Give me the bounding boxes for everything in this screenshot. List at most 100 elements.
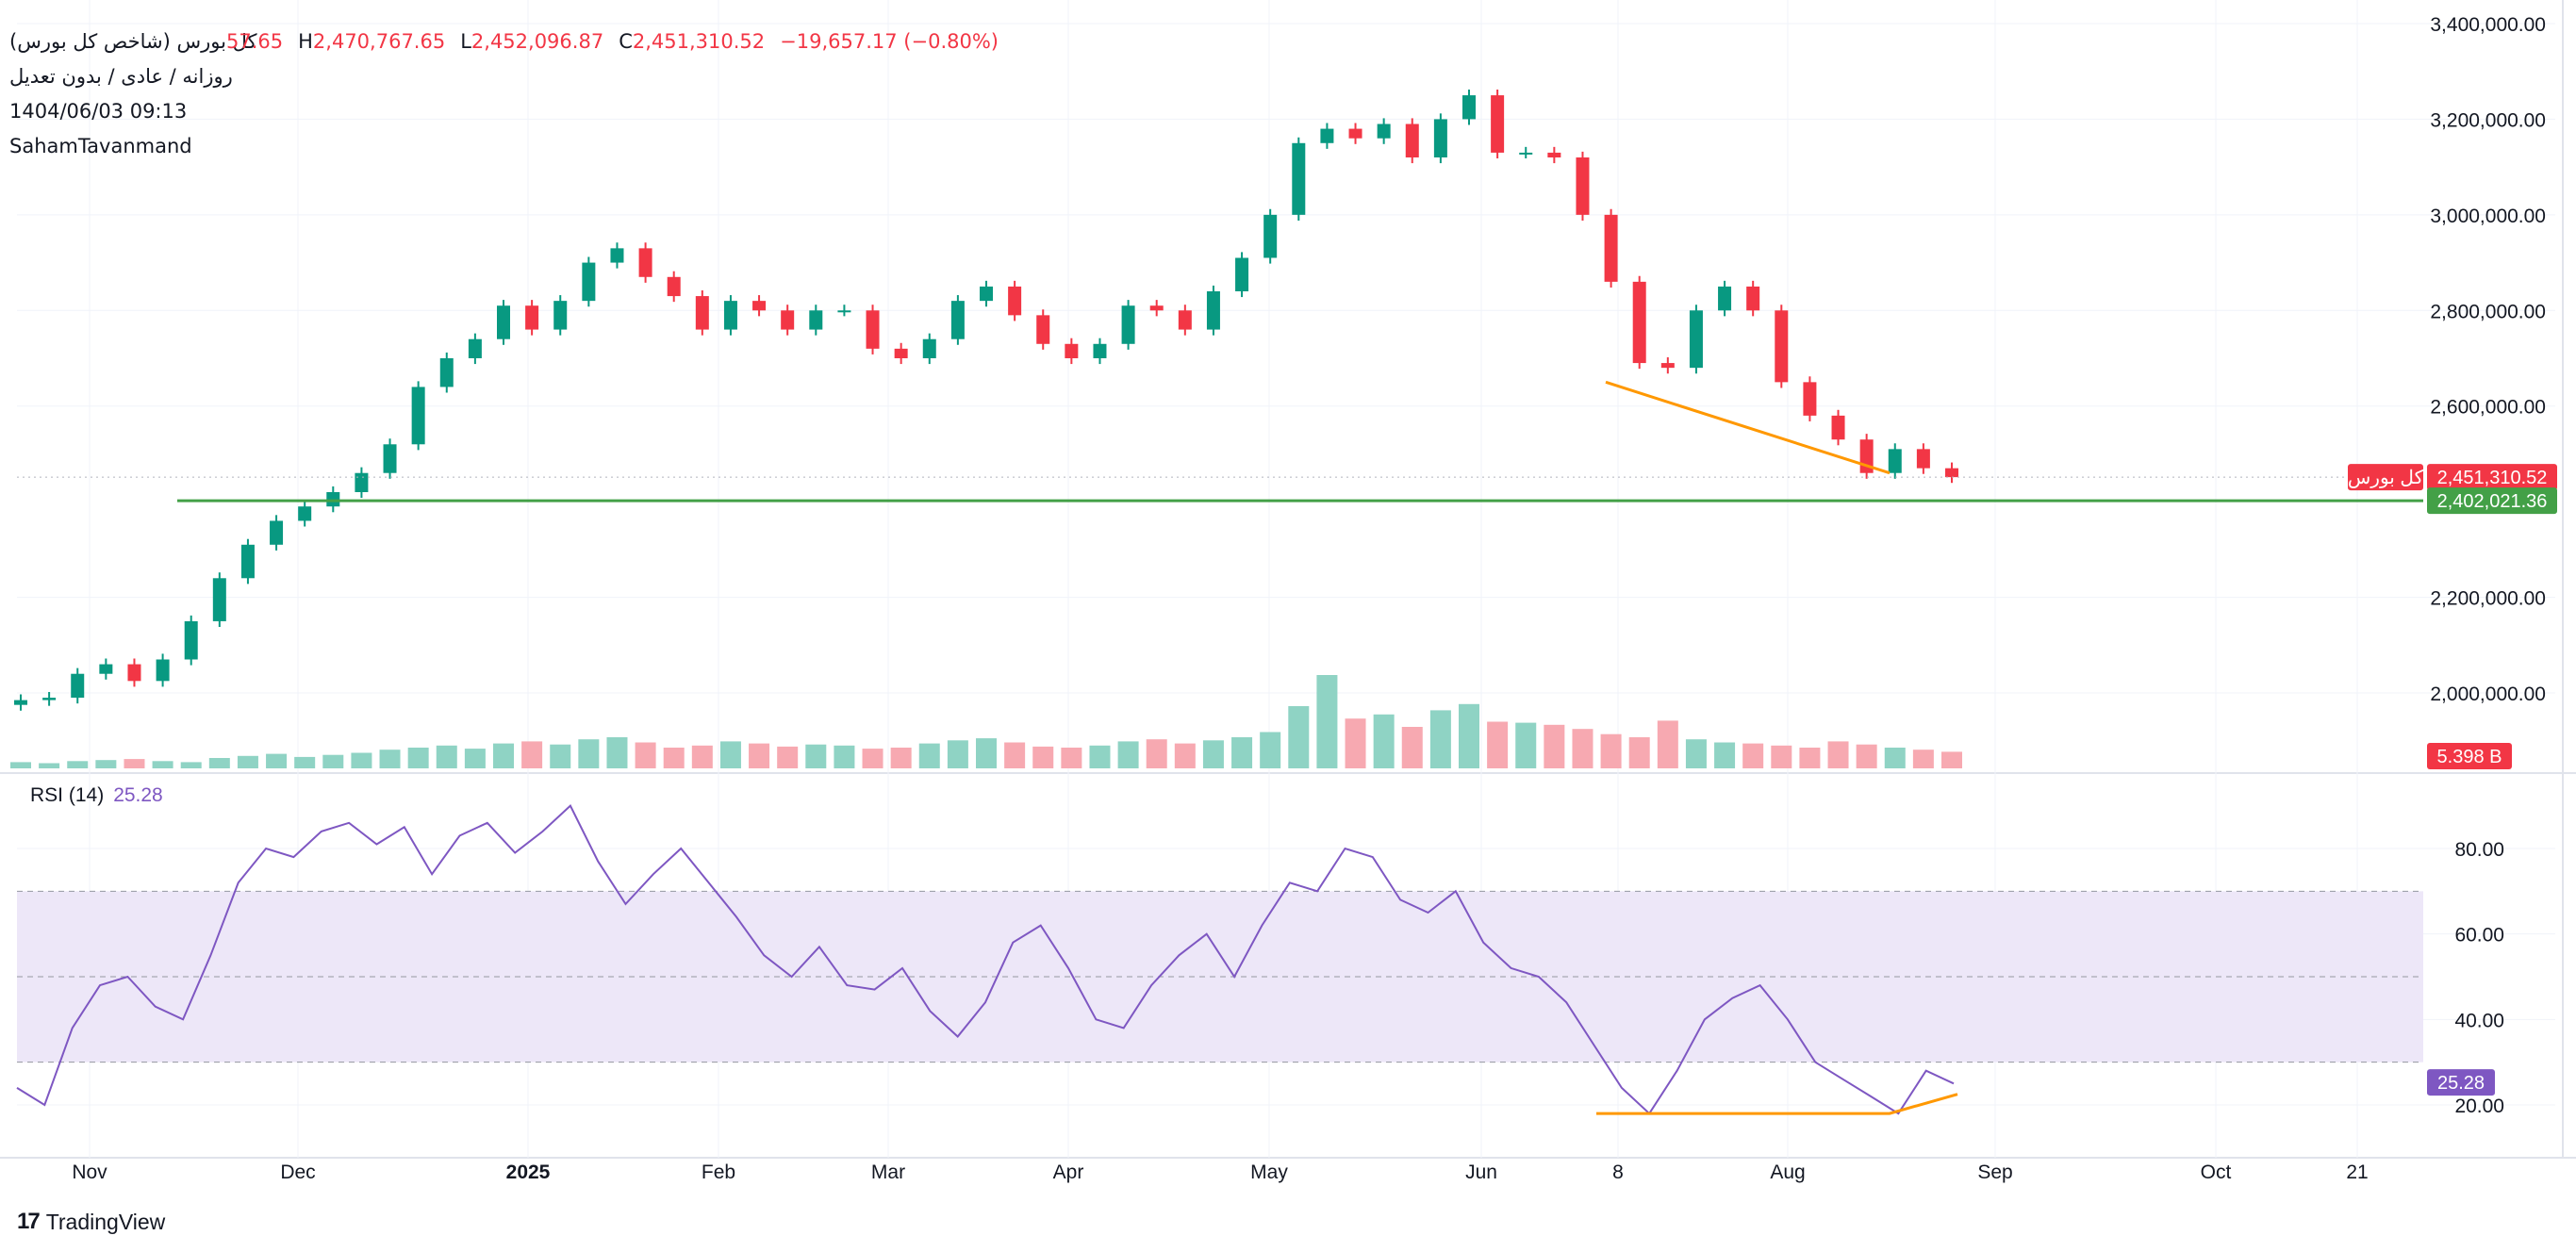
volume-bar [379,750,401,768]
candle-body [1491,95,1505,153]
volume-bar [1429,710,1451,768]
low-label: L [460,30,471,53]
rsi-label: RSI (14) [30,784,105,806]
chart-canvas[interactable]: 3,400,000.00 3,200,000.00 3,000,000.00 2,80… [0,0,2576,1252]
volume-bar [691,745,713,768]
volume-bar [606,737,628,768]
volume-bar [1231,737,1253,768]
time-axis-label: Dec [280,1161,315,1183]
chart-datetime: 1404/06/03 09:13 [9,100,188,123]
price-axis-label: 2,000,000.00 [2430,684,2546,705]
candle-body [1462,95,1476,120]
candle-body [1519,152,1533,155]
volume-bar [890,748,912,768]
tradingview-logo[interactable]: 17 TradingView [17,1209,165,1235]
volume-bar [1345,718,1366,768]
candle-body [610,248,624,263]
time-axis-label: Apr [1053,1161,1084,1183]
volume-bar [719,741,741,768]
rsi-value: 25.28 [113,784,163,806]
candle-body [1775,310,1789,383]
symbol-title[interactable]: کل بورس (شاخص کل بورس) [9,25,257,59]
volume-bar [1089,745,1111,768]
rsi-value-badge: 25.28 [2437,1073,2485,1094]
candle-body [240,544,255,579]
candle-body [439,358,454,387]
low-value: 2,452,096.87 [471,30,604,53]
volume-bar [39,763,60,768]
candle-body [1746,286,1760,311]
time-axis-label: 8 [1612,1161,1624,1183]
rsi-axis-label: 60.00 [2454,925,2504,947]
volume-bar [294,756,316,768]
close-label: C [619,30,633,53]
volume-bar [124,759,145,768]
volume-bar [947,740,968,768]
candle-body [156,659,170,682]
candle-body [71,673,85,699]
volume-bar [1260,732,1281,768]
candle-body [270,520,284,545]
volume-bar [1912,750,1934,768]
volume-bar [1714,742,1736,768]
candle-body [1377,124,1391,139]
open-value: 57.65 [226,30,284,53]
volume-bar [550,744,571,768]
candle-body [950,301,965,339]
time-axis-label: 2025 [506,1161,551,1183]
price-divergence-line [1605,380,1891,475]
time-axis-label: Nov [72,1161,107,1183]
candle-body [42,698,57,700]
volume-bar [95,760,117,768]
volume-bar [1657,720,1678,768]
volume-bar [237,755,258,768]
volume-bar [578,739,600,768]
volume-bar [1373,714,1395,768]
candle-body [1916,449,1930,469]
rsi-axis-label: 80.00 [2454,839,2504,861]
candle-body [1632,281,1646,364]
candle-body [1660,363,1675,369]
ohlc-values: 57.65 H2,470,767.65 L2,452,096.87 C2,451,31… [226,25,1014,59]
candle-body [894,348,908,358]
rsi-legend[interactable]: RSI (14) 25.28 [30,784,163,807]
volume-bar [1799,748,1821,768]
chart-author: SahamTavanmand [9,135,192,157]
price-axis-label: 3,000,000.00 [2430,206,2546,227]
candle-body [1718,286,1732,311]
candle-body [1121,305,1135,344]
volume-bar [1117,741,1139,768]
volume-bar [266,753,288,768]
volume-bar [1544,724,1565,768]
price-candles [14,89,1958,711]
candle-body [99,664,113,674]
candle-body [298,506,312,521]
candle-body [809,310,823,330]
candle-body [1093,343,1107,358]
candle-body [411,387,425,445]
drawings[interactable] [17,380,2423,502]
volume-bar [777,746,799,768]
candle-body [582,262,596,302]
volume-bar [862,749,883,768]
candle-body [922,338,936,358]
candle-body [1206,291,1220,330]
price-axis-label: 2,600,000.00 [2430,397,2546,419]
candle-body [212,578,226,621]
candle-body [752,301,767,311]
candle-body [638,248,652,277]
candle-body [1235,257,1249,291]
rsi-panel [16,804,2423,1115]
candle-body [553,301,568,330]
volume-bar [1004,742,1026,768]
candle-body [1689,310,1703,369]
tradingview-logo-icon: 17 [17,1209,41,1234]
volume-bar [1685,739,1707,768]
volume-bar [152,761,173,768]
chart-subtitle: روزانه / عادی / بدون تعدیل [9,65,233,88]
candle-body [1065,343,1079,358]
volume-bar [464,749,486,768]
candle-body [1405,124,1419,157]
time-axis-label: Feb [702,1161,735,1183]
rsi-axis-label: 20.00 [2454,1096,2504,1117]
